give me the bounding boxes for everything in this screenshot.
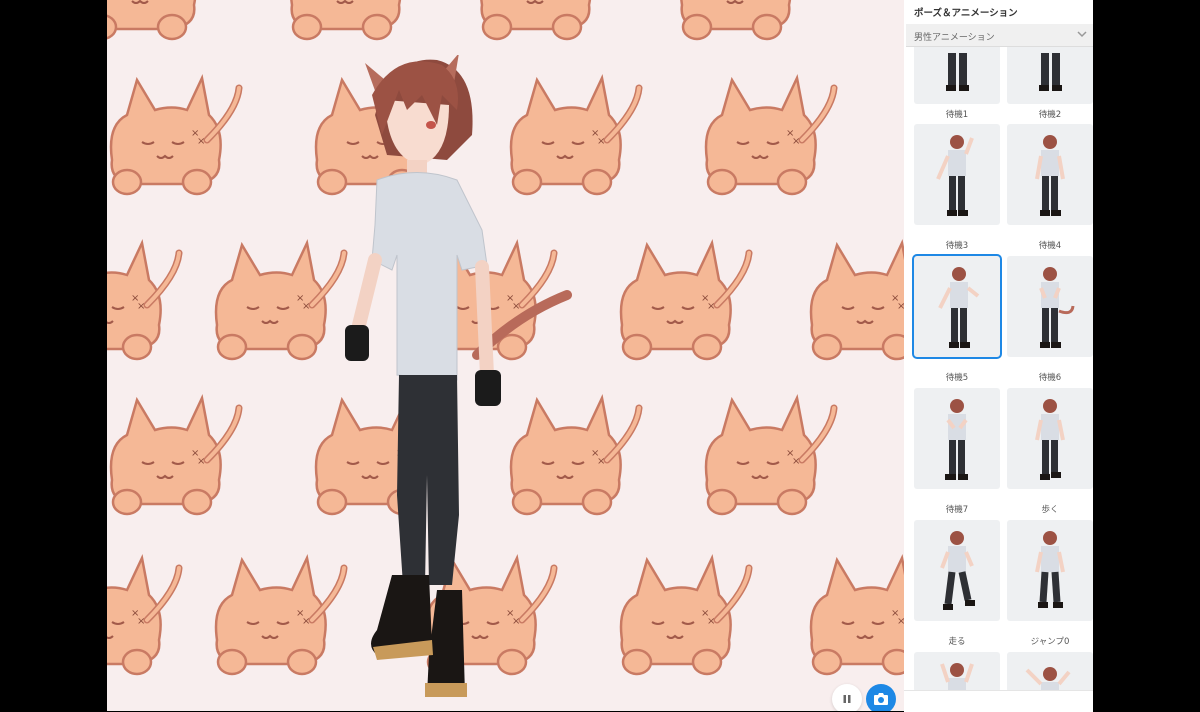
animation-thumb-3[interactable] xyxy=(914,124,1000,225)
animation-label: 待機6 xyxy=(1038,373,1062,383)
avatar-thumbnail-image xyxy=(938,267,980,348)
animation-thumb-4[interactable] xyxy=(1007,124,1093,225)
animation-thumb-5[interactable] xyxy=(912,254,1002,359)
animation-thumb-9[interactable] xyxy=(914,520,1000,621)
panel-title: ポーズ＆アニメーション xyxy=(914,8,1018,19)
category-select-value: 男性アニメーション xyxy=(914,33,995,43)
animation-label: 待機4 xyxy=(1038,241,1062,251)
avatar-thumbnail-image xyxy=(1025,667,1071,692)
animation-label: ジャンプ0 xyxy=(1030,637,1070,647)
animation-label: 待機2 xyxy=(1038,110,1062,120)
animation-category-select[interactable]: 男性アニメーション xyxy=(906,24,1093,47)
avatar-thumbnail-image xyxy=(940,663,974,692)
avatar-thumbnail-image xyxy=(1035,399,1065,480)
animation-label: 待機5 xyxy=(945,373,969,383)
pause-button[interactable] xyxy=(832,684,862,711)
avatar-thumbnail-image xyxy=(1035,531,1065,608)
avatar-thumbnail-image xyxy=(1035,135,1065,216)
avatar-thumbnail-image xyxy=(945,399,968,480)
avatar-thumbnail-image xyxy=(940,531,975,610)
avatar-thumbnail-image xyxy=(936,135,974,216)
animation-thumb-10[interactable] xyxy=(1007,520,1093,621)
animation-thumb-8[interactable] xyxy=(1007,388,1093,489)
avatar-viewport[interactable]: × × xyxy=(107,0,904,711)
avatar-thumbnail-image xyxy=(1039,267,1075,348)
panel-footer xyxy=(904,690,1093,712)
animation-label: 待機7 xyxy=(945,505,969,515)
camera-icon xyxy=(874,693,888,705)
animation-label: 待機3 xyxy=(945,241,969,251)
animation-thumb-11[interactable] xyxy=(914,652,1000,692)
pause-icon xyxy=(843,695,851,703)
pose-animation-panel: ポーズ＆アニメーション 待機1 待機2 待機3 待機4 待機5 待機6 待機7 … xyxy=(904,0,1093,711)
avatar-model[interactable] xyxy=(337,55,667,705)
chevron-down-icon xyxy=(1077,31,1087,38)
animation-label: 走る xyxy=(948,637,966,647)
animation-thumb-6[interactable] xyxy=(1007,256,1093,357)
animation-thumb-12[interactable] xyxy=(1007,652,1093,692)
animation-label: 歩く xyxy=(1041,505,1059,515)
camera-button[interactable] xyxy=(866,684,896,711)
animation-thumb-7[interactable] xyxy=(914,388,1000,489)
animation-label: 待機1 xyxy=(945,110,969,120)
